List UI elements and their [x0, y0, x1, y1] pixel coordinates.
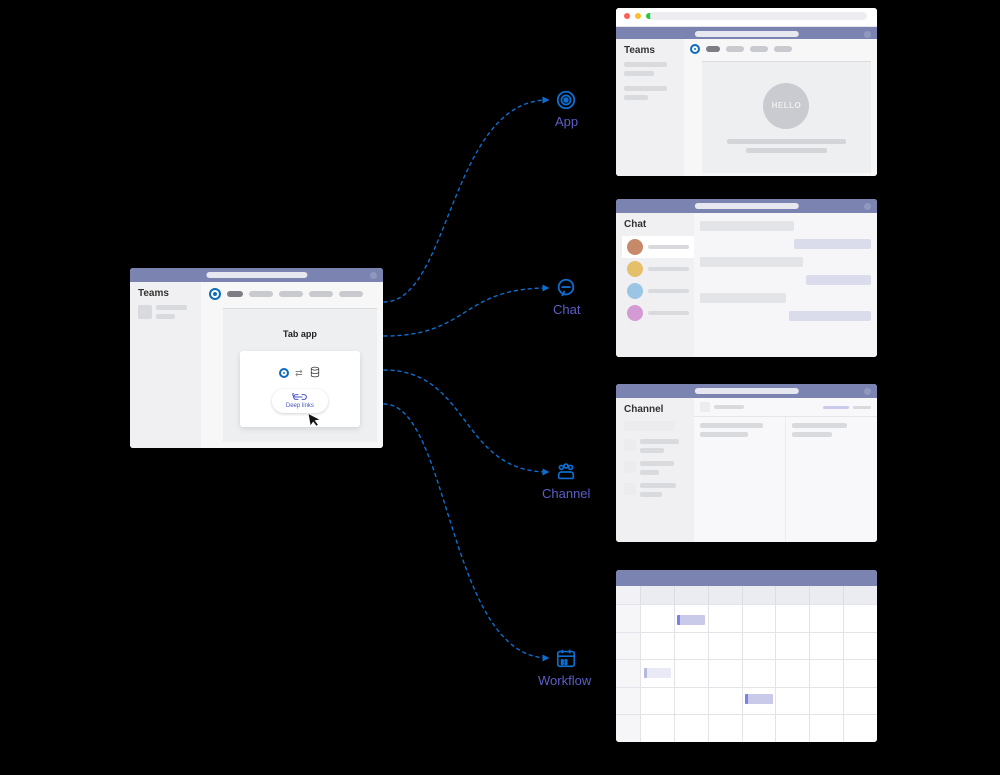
chat-list-item — [622, 236, 694, 258]
window-control-icon — [370, 272, 377, 279]
calendar-event — [644, 668, 672, 678]
deep-links-pill: Deep links — [272, 389, 328, 413]
chat-icon — [555, 277, 577, 299]
chat-list-item — [622, 258, 694, 280]
deep-link-card: ⇄ Deep links — [240, 351, 360, 427]
tab-item — [339, 291, 363, 297]
app-logo-icon — [209, 288, 221, 300]
avatar — [627, 305, 643, 321]
app-panel: Teams HELLO — [616, 8, 877, 176]
branch-label-app: App — [555, 115, 578, 128]
tab-active — [227, 291, 243, 297]
window-control-icon — [864, 388, 871, 395]
branch-label-workflow: Workflow — [538, 674, 591, 687]
chat-bubble — [700, 221, 794, 231]
sidebar-title: Teams — [624, 45, 678, 56]
tab-item — [279, 291, 303, 297]
tab-row — [201, 282, 383, 304]
arrow-icon: ⇄ — [295, 368, 303, 379]
link-icon — [292, 393, 308, 403]
sidebar-title: Channel — [624, 404, 688, 415]
calendar-event — [745, 694, 773, 704]
chat-list: Chat — [616, 213, 694, 357]
chat-bubble — [700, 257, 802, 267]
title-bar — [616, 199, 877, 213]
main-area: Tab app ⇄ — [201, 282, 383, 448]
sidebar-title: Chat — [622, 219, 694, 230]
chat-list-item — [622, 302, 694, 324]
tab-item — [249, 291, 273, 297]
channel-content — [694, 398, 877, 542]
search-bar-placeholder — [206, 272, 307, 278]
tab-active — [706, 46, 720, 52]
avatar — [627, 261, 643, 277]
window-control-icon — [864, 31, 871, 38]
chat-bubble-self — [806, 275, 871, 285]
content-label: Tab app — [223, 329, 377, 339]
main-area: HELLO — [684, 39, 877, 176]
traffic-light-icons — [624, 13, 652, 19]
app-logo-icon — [690, 44, 700, 54]
team-avatar-icon — [138, 305, 152, 319]
database-icon — [309, 366, 321, 381]
tab-content: Tab app ⇄ — [223, 308, 377, 442]
avatar — [627, 239, 643, 255]
hello-badge: HELLO — [763, 83, 809, 129]
search-bar-placeholder — [694, 388, 798, 394]
url-bar — [650, 12, 867, 20]
chat-bubble — [700, 293, 785, 303]
app-content: HELLO — [702, 61, 871, 173]
chat-bubble-self — [794, 239, 871, 249]
title-bar — [616, 570, 877, 586]
sidebar-title: Teams — [138, 288, 195, 299]
title-bar — [616, 27, 877, 39]
sidebar: Teams — [616, 39, 684, 176]
app-target-icon — [555, 89, 577, 111]
chat-thread — [694, 213, 877, 357]
browser-chrome — [616, 8, 877, 27]
workflow-calendar-icon — [555, 647, 577, 669]
title-bar — [130, 268, 383, 282]
tab-item — [309, 291, 333, 297]
chat-bubble-self — [789, 311, 871, 321]
app-logo-icon — [279, 368, 289, 378]
branch-label-channel: Channel — [542, 487, 590, 500]
calendar-event — [677, 615, 705, 625]
channel-people-icon — [555, 461, 577, 483]
source-panel: Teams Tab app — [130, 268, 383, 448]
search-bar-placeholder — [694, 31, 798, 37]
sidebar: Teams — [130, 282, 201, 448]
chat-list-item — [622, 280, 694, 302]
chat-panel: Chat — [616, 199, 877, 357]
search-bar-placeholder — [694, 203, 798, 209]
title-bar — [616, 384, 877, 398]
deep-links-label: Deep links — [286, 403, 314, 409]
branch-label-chat: Chat — [553, 303, 580, 316]
avatar — [627, 283, 643, 299]
workflow-panel — [616, 570, 877, 742]
channel-sidebar: Channel — [616, 398, 694, 542]
calendar-grid — [616, 586, 877, 742]
window-control-icon — [864, 203, 871, 210]
channel-panel: Channel — [616, 384, 877, 542]
